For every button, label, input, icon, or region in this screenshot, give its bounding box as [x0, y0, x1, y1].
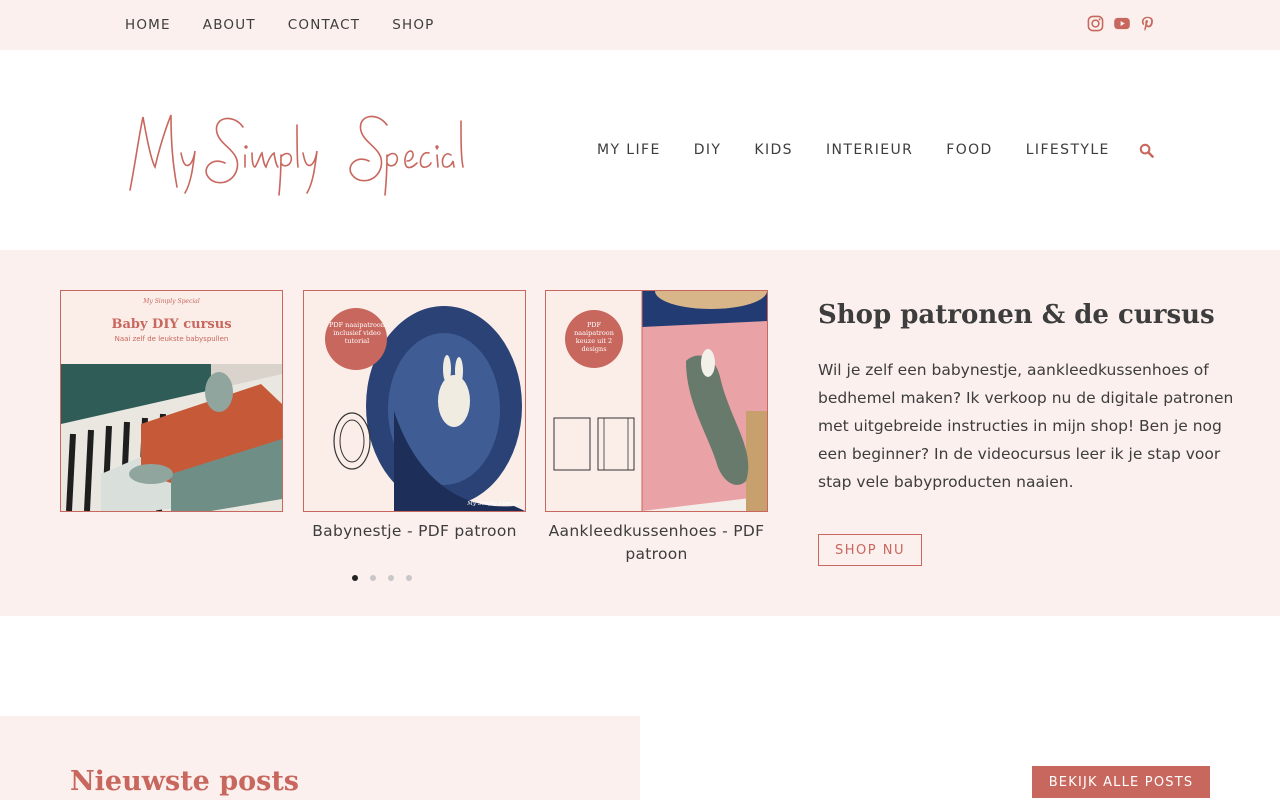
- topnav-about[interactable]: ABOUT: [203, 17, 256, 33]
- view-all-posts-button[interactable]: BEKIJK ALLE POSTS: [1032, 766, 1210, 798]
- cursus-banner: My Simply Special Baby DIY cursus Naai z…: [61, 291, 282, 364]
- carousel-dot-4[interactable]: [406, 575, 412, 581]
- carousel-dot-3[interactable]: [388, 575, 394, 581]
- cursus-image[interactable]: My Simply Special Baby DIY cursus Naai z…: [60, 290, 283, 512]
- site-logo[interactable]: [125, 105, 470, 200]
- cursus-logo-text: My Simply Special: [143, 298, 200, 305]
- product-card-cursus[interactable]: My Simply Special Baby DIY cursus Naai z…: [60, 290, 283, 512]
- shop-hero: My Simply Special Baby DIY cursus Naai z…: [0, 250, 1280, 616]
- topnav-shop[interactable]: SHOP: [392, 17, 434, 33]
- babynestje-image[interactable]: PDF naaipatroon inclusief video tutorial…: [303, 290, 526, 512]
- youtube-icon[interactable]: [1113, 15, 1130, 32]
- aankleedkussenhoes-badge: PDF naaipatroon keuze uit 2 designs: [574, 321, 614, 353]
- pinterest-icon[interactable]: [1139, 15, 1156, 32]
- carousel-pagination: [352, 575, 412, 581]
- instagram-icon[interactable]: [1087, 15, 1104, 32]
- aankleedkussenhoes-caption[interactable]: Aankleedkussenhoes - PDF patroon: [545, 520, 768, 566]
- topnav-home[interactable]: HOME: [125, 17, 171, 33]
- product-card-babynestje[interactable]: PDF naaipatroon inclusief video tutorial…: [303, 290, 526, 543]
- crib-photo: [61, 364, 282, 511]
- carousel-dot-2[interactable]: [370, 575, 376, 581]
- nav-kids[interactable]: KIDS: [754, 142, 793, 158]
- search-icon[interactable]: [1139, 143, 1154, 158]
- babynestje-badge: PDF naaipatroon inclusief video tutorial: [329, 321, 385, 345]
- aankleedkussenhoes-image[interactable]: PDF naaipatroon keuze uit 2 designs: [545, 290, 768, 512]
- carousel-dot-1[interactable]: [352, 575, 358, 581]
- nav-diy[interactable]: DIY: [694, 142, 722, 158]
- shop-now-button[interactable]: SHOP NU: [818, 534, 922, 566]
- social-links: [1087, 15, 1156, 32]
- nav-interieur[interactable]: INTERIEUR: [826, 142, 913, 158]
- shop-description: Wil je zelf een babynestje, aankleedkuss…: [818, 361, 1234, 491]
- news-title: Nieuwste posts: [70, 766, 299, 797]
- shop-title: Shop patronen & de cursus: [818, 300, 1215, 330]
- cursus-image-subtitle: Naai zelf de leukste babyspullen: [114, 335, 229, 343]
- top-bar: HOME ABOUT CONTACT SHOP: [0, 0, 1280, 50]
- nav-my-life[interactable]: MY LIFE: [597, 142, 661, 158]
- babynestje-caption[interactable]: Babynestje - PDF patroon: [303, 520, 526, 543]
- product-card-aankleedkussenhoes[interactable]: PDF naaipatroon keuze uit 2 designs Aank…: [545, 290, 768, 566]
- topnav-contact[interactable]: CONTACT: [288, 17, 360, 33]
- main-nav: MY LIFE DIY KIDS INTERIEUR FOOD LIFESTYL…: [597, 142, 1154, 158]
- nav-food[interactable]: FOOD: [946, 142, 992, 158]
- cursus-image-title: Baby DIY cursus: [111, 317, 232, 332]
- site-header: MY LIFE DIY KIDS INTERIEUR FOOD LIFESTYL…: [0, 50, 1280, 250]
- babynestje-logo-text: My Simply Special: [467, 501, 519, 507]
- top-nav: HOME ABOUT CONTACT SHOP: [125, 17, 435, 33]
- nav-lifestyle[interactable]: LIFESTYLE: [1026, 142, 1110, 158]
